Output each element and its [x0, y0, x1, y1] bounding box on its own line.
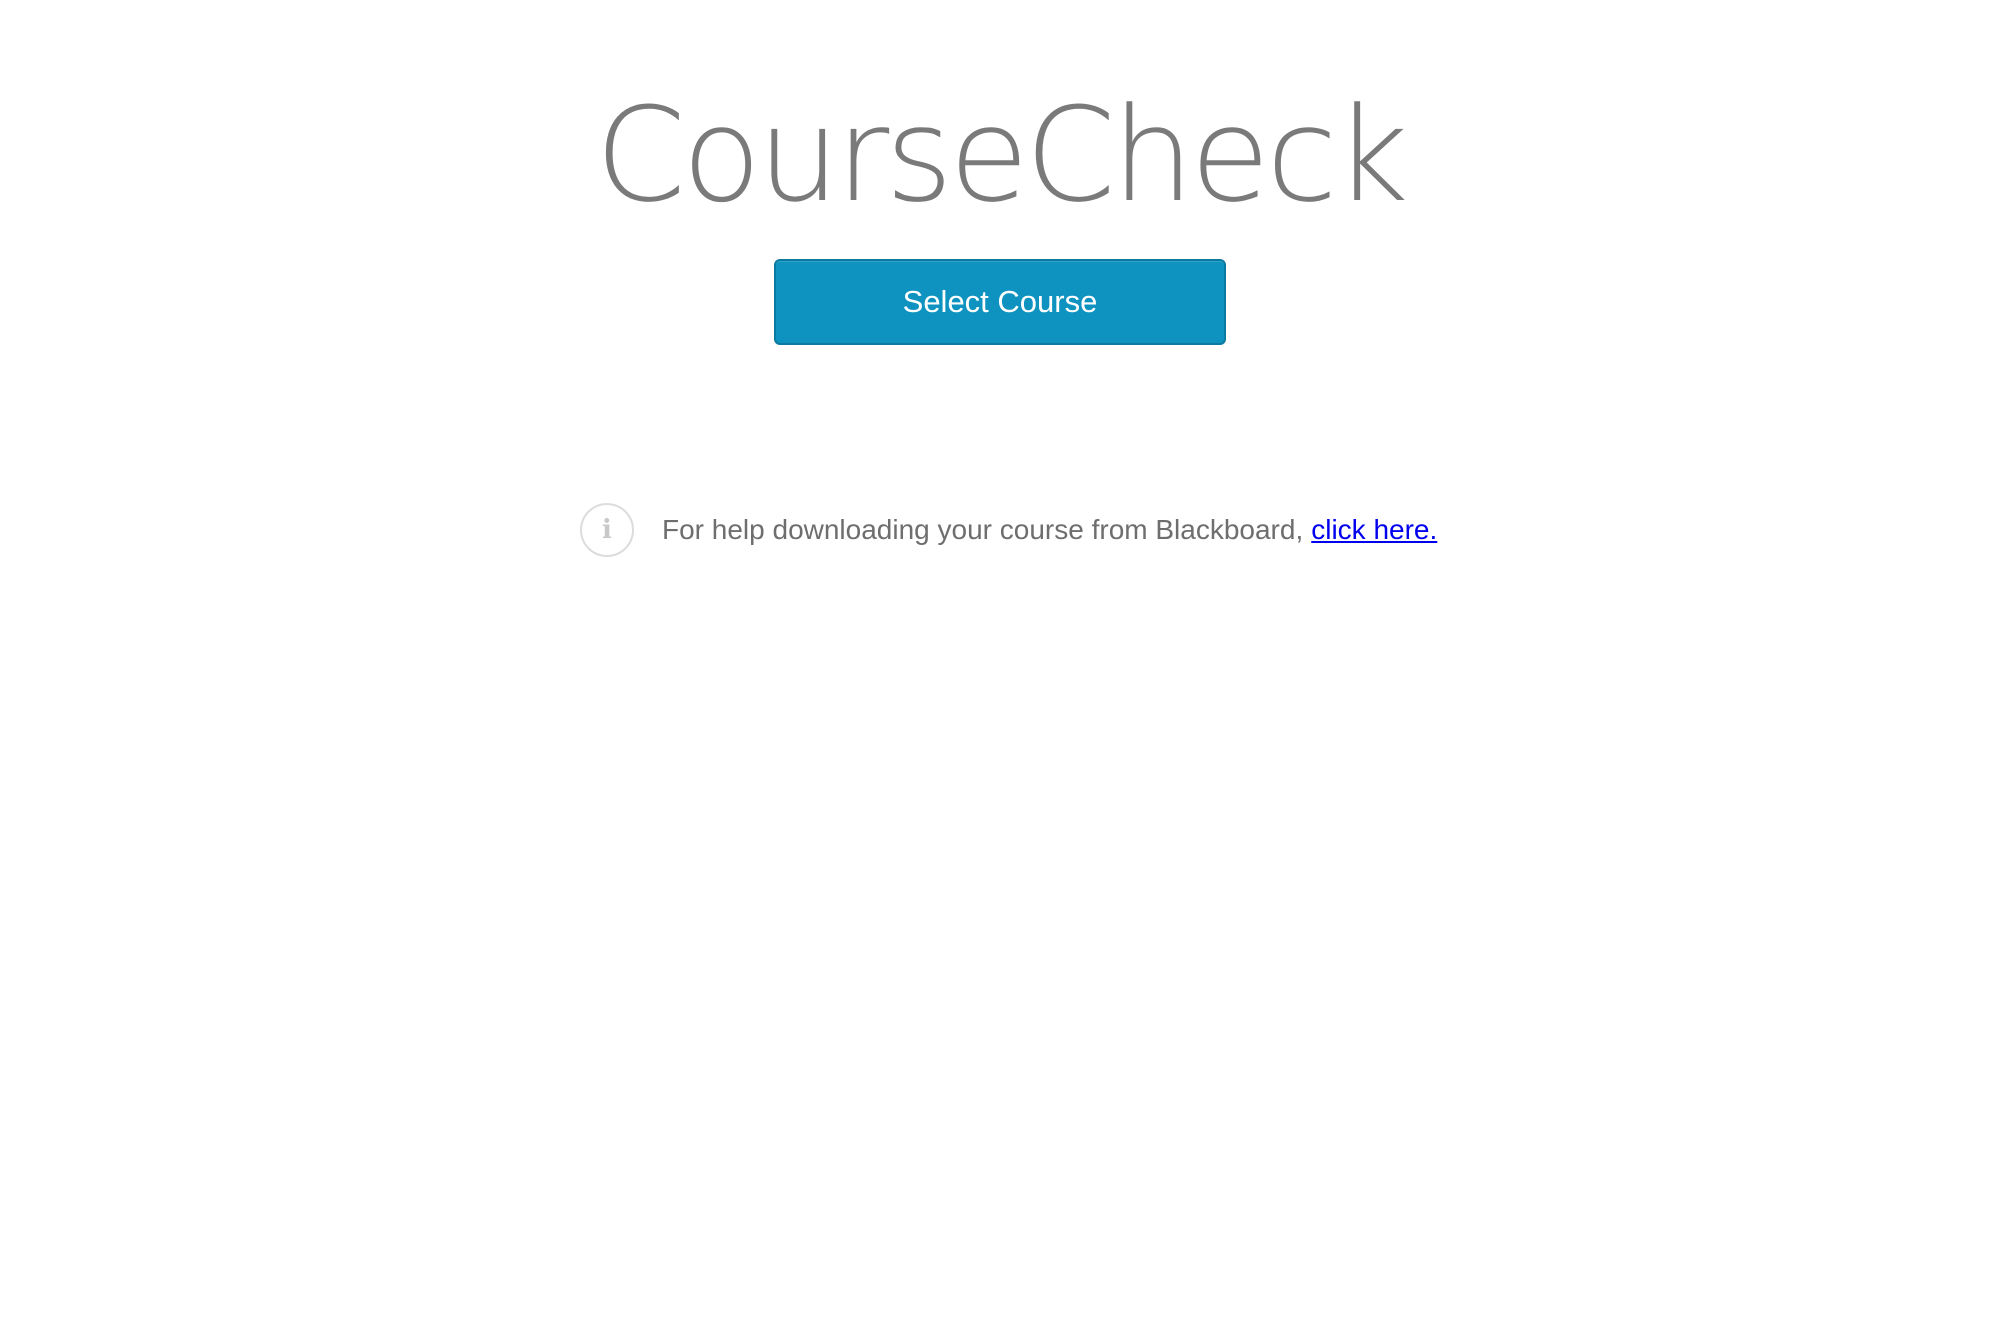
page: CourseCheck Select Course i For help dow… [0, 0, 2000, 1340]
select-course-button[interactable]: Select Course [774, 259, 1226, 345]
app-title: CourseCheck [595, 79, 1409, 231]
help-text: For help downloading your course from Bl… [662, 514, 1304, 545]
help-link[interactable]: click here. [1311, 514, 1437, 546]
help-row: i For help downloading your course from … [580, 501, 1437, 559]
info-icon: i [580, 503, 634, 557]
